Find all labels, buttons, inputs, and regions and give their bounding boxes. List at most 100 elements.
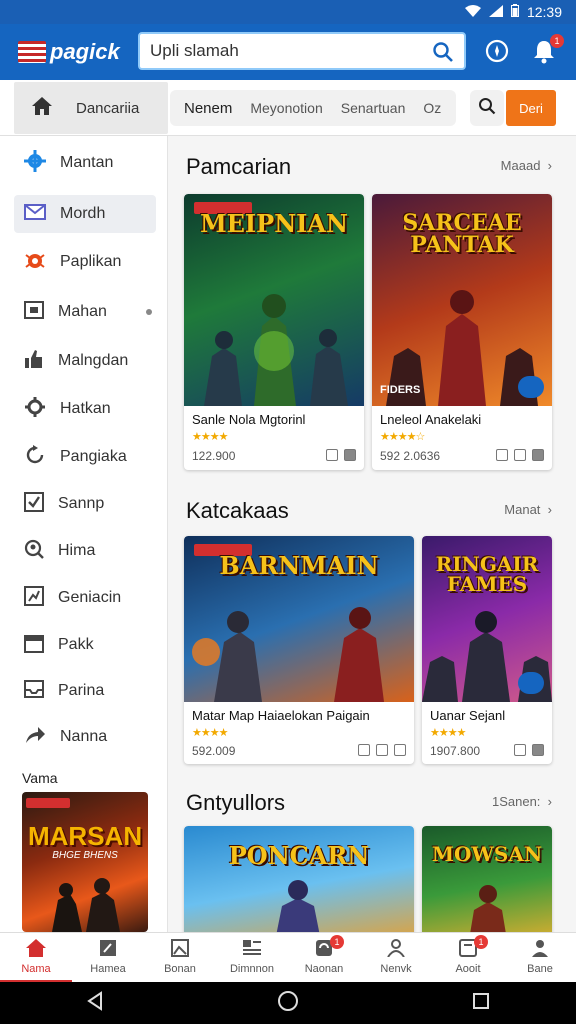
bottom-nav-hamea[interactable]: Hamea <box>72 933 144 982</box>
sidebar-item-label: Hatkan <box>60 400 111 417</box>
game-card[interactable]: MEIPNIAN Sanle Nola Mgtorinl ★★★★ 122.90… <box>184 194 364 470</box>
game-card[interactable]: RINGAIR FAMES Uanar Sejanl ★★★★ 1907.800 <box>422 536 552 764</box>
game-card[interactable]: PONCARN <box>184 826 414 932</box>
art-title: PONCARN <box>228 841 370 870</box>
game-card[interactable]: MOWSAN <box>422 826 552 932</box>
game-stat: 592 2.0636 <box>380 449 441 463</box>
more-icon[interactable] <box>344 449 356 461</box>
chevron-right-icon: › <box>544 794 552 809</box>
sidebar-item-sannp[interactable]: Sannp <box>14 485 156 523</box>
sidebar-item-paplikan[interactable]: Paplikan <box>14 243 156 281</box>
bottom-nav-label: Bane <box>527 963 553 975</box>
game-art: MEIPNIAN <box>184 194 364 406</box>
game-art: MOWSAN <box>422 826 552 932</box>
notification-button[interactable]: 1 <box>532 34 564 64</box>
compass-icon[interactable] <box>484 38 510 64</box>
save-icon[interactable] <box>326 449 338 461</box>
bottom-nav-naonan[interactable]: 1 Naonan <box>288 933 360 982</box>
home-icon <box>26 939 46 960</box>
bottom-nav-home[interactable]: Nama <box>0 933 72 982</box>
section-more-link[interactable]: Manat › <box>504 502 552 517</box>
section-more-link[interactable]: 1Sanen: › <box>492 794 552 809</box>
chevron-right-icon: › <box>544 158 552 173</box>
bottom-nav-bonan[interactable]: Bonan <box>144 933 216 982</box>
share-icon[interactable] <box>514 449 526 461</box>
more-label: Manat <box>504 502 541 517</box>
bottom-nav-label: Aooit <box>455 963 481 975</box>
tab-oz[interactable]: Oz <box>423 100 441 116</box>
sidebar-item-mantan[interactable]: Mantan <box>14 144 156 182</box>
bottom-nav-label: Naonan <box>304 963 344 975</box>
section-title: Pamcarian <box>186 154 292 179</box>
sidebar-item-label: Pangiaka <box>60 448 127 465</box>
badge-icon <box>518 376 544 398</box>
tab-strip: Nenem Meyonotion Senartuan Oz <box>170 90 456 126</box>
poster-figures <box>52 878 120 932</box>
sidebar-item-geniacin[interactable]: Geniacin <box>14 579 156 617</box>
badge-icon <box>518 672 544 694</box>
home-icon <box>32 97 52 119</box>
tab-meyonotion[interactable]: Meyonotion <box>250 100 322 116</box>
sidebar-item-pakk[interactable]: Pakk <box>14 626 156 664</box>
sidebar-item-hatkan[interactable]: Hatkan <box>14 390 156 428</box>
sidebar-item-pangiaka[interactable]: Pangiaka <box>14 438 156 476</box>
camera-icon[interactable] <box>358 744 370 756</box>
bottom-nav-bane[interactable]: Bane <box>504 933 576 982</box>
search-icon[interactable] <box>432 41 454 68</box>
notification-badge: 1 <box>550 34 564 48</box>
tab-senartuan[interactable]: Senartuan <box>341 100 406 116</box>
sidebar-item-label: Pakk <box>58 636 94 653</box>
image-icon <box>171 939 189 960</box>
sidebar-item-parina[interactable]: Parina <box>14 672 156 710</box>
card-actions <box>496 449 544 461</box>
section-title: Katcakaas <box>186 498 289 523</box>
status-time: 12:39 <box>526 4 562 20</box>
more-icon[interactable] <box>532 744 544 756</box>
wifi-icon <box>464 4 481 20</box>
rating-stars-icon: ★★★★ <box>192 431 228 443</box>
refresh-icon <box>24 444 46 471</box>
sidebar-item-mordh[interactable]: Mordh <box>14 195 156 233</box>
bottom-nav-nenvk[interactable]: Nenvk <box>360 933 432 982</box>
sidebar-item-label: Mordh <box>60 205 106 222</box>
search-value: Upli slamah <box>150 41 239 60</box>
game-art: BARNMAIN <box>184 536 414 702</box>
featured-game-poster[interactable]: MARSAN BHGE BHENS <box>22 792 148 932</box>
recents-icon[interactable] <box>472 992 490 1015</box>
sidebar-item-nanna[interactable]: Nanna <box>14 718 156 756</box>
cta-button[interactable]: Deri <box>506 90 556 126</box>
home-tab[interactable]: Dancariia <box>14 82 168 134</box>
logo-flag-icon <box>18 41 46 63</box>
sidebar-item-malngdan[interactable]: Malngdan <box>14 342 156 380</box>
mail-icon <box>24 203 46 226</box>
sidebar-item-hima[interactable]: Hima <box>14 532 156 570</box>
save-icon[interactable] <box>496 449 508 461</box>
bottom-nav-dimnnon[interactable]: Dimnnon <box>216 933 288 982</box>
search-input[interactable]: Upli slamah <box>138 32 466 70</box>
save-icon[interactable] <box>514 744 526 756</box>
person-icon <box>387 939 405 960</box>
section-more-link[interactable]: Maaad › <box>501 158 552 173</box>
flag-icon[interactable] <box>376 744 388 756</box>
sidebar-item-mahan[interactable]: Mahan <box>14 293 156 331</box>
bottom-nav-aooit[interactable]: 1 Aooit <box>432 933 504 982</box>
game-name: Sanle Nola Mgtorinl <box>192 412 306 427</box>
art-title: BARNMAIN <box>219 551 379 580</box>
app-logo[interactable]: pagick <box>18 39 120 65</box>
game-card[interactable]: BARNMAIN Matar Map Haiaelokan Paigain ★★… <box>184 536 414 764</box>
sidebar-item-label: Mahan <box>58 303 107 320</box>
back-icon[interactable] <box>86 990 104 1016</box>
more-label: 1Sanen: <box>491 794 541 809</box>
tab-search-button[interactable] <box>470 90 504 126</box>
art-title: MEIPNIAN <box>200 209 348 238</box>
status-bar: 12:39 <box>0 0 576 24</box>
share-icon[interactable] <box>394 744 406 756</box>
home-circle-icon[interactable] <box>277 990 299 1017</box>
bottom-navigation: Nama Hamea Bonan Dimnnon 1 Naonan Nenvk … <box>0 932 576 982</box>
art-caption: FIDERS <box>380 384 421 396</box>
art-title: RINGAIR FAMES <box>435 552 539 596</box>
game-card[interactable]: SARCEAE PANTAK FIDERS Lneleol Anakelaki … <box>372 194 552 470</box>
more-icon[interactable] <box>532 449 544 461</box>
tab-nenem[interactable]: Nenem <box>184 100 232 117</box>
window-icon <box>24 300 44 324</box>
